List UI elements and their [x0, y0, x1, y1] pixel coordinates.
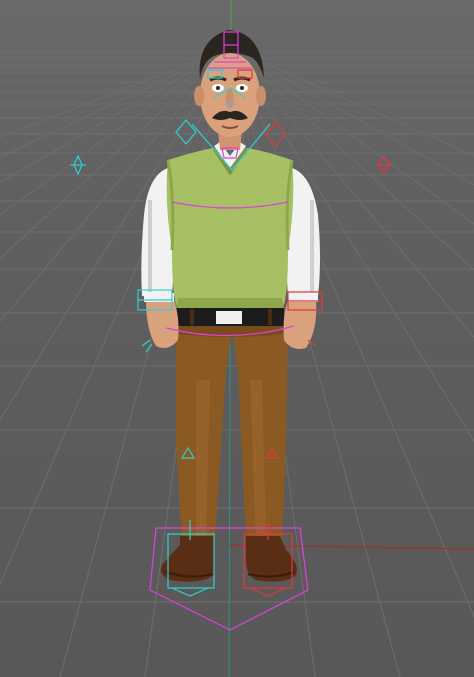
left-hand [146, 300, 179, 348]
belt-buckle [216, 311, 242, 324]
character-model[interactable] [141, 30, 320, 582]
3d-viewport[interactable] [0, 0, 474, 677]
